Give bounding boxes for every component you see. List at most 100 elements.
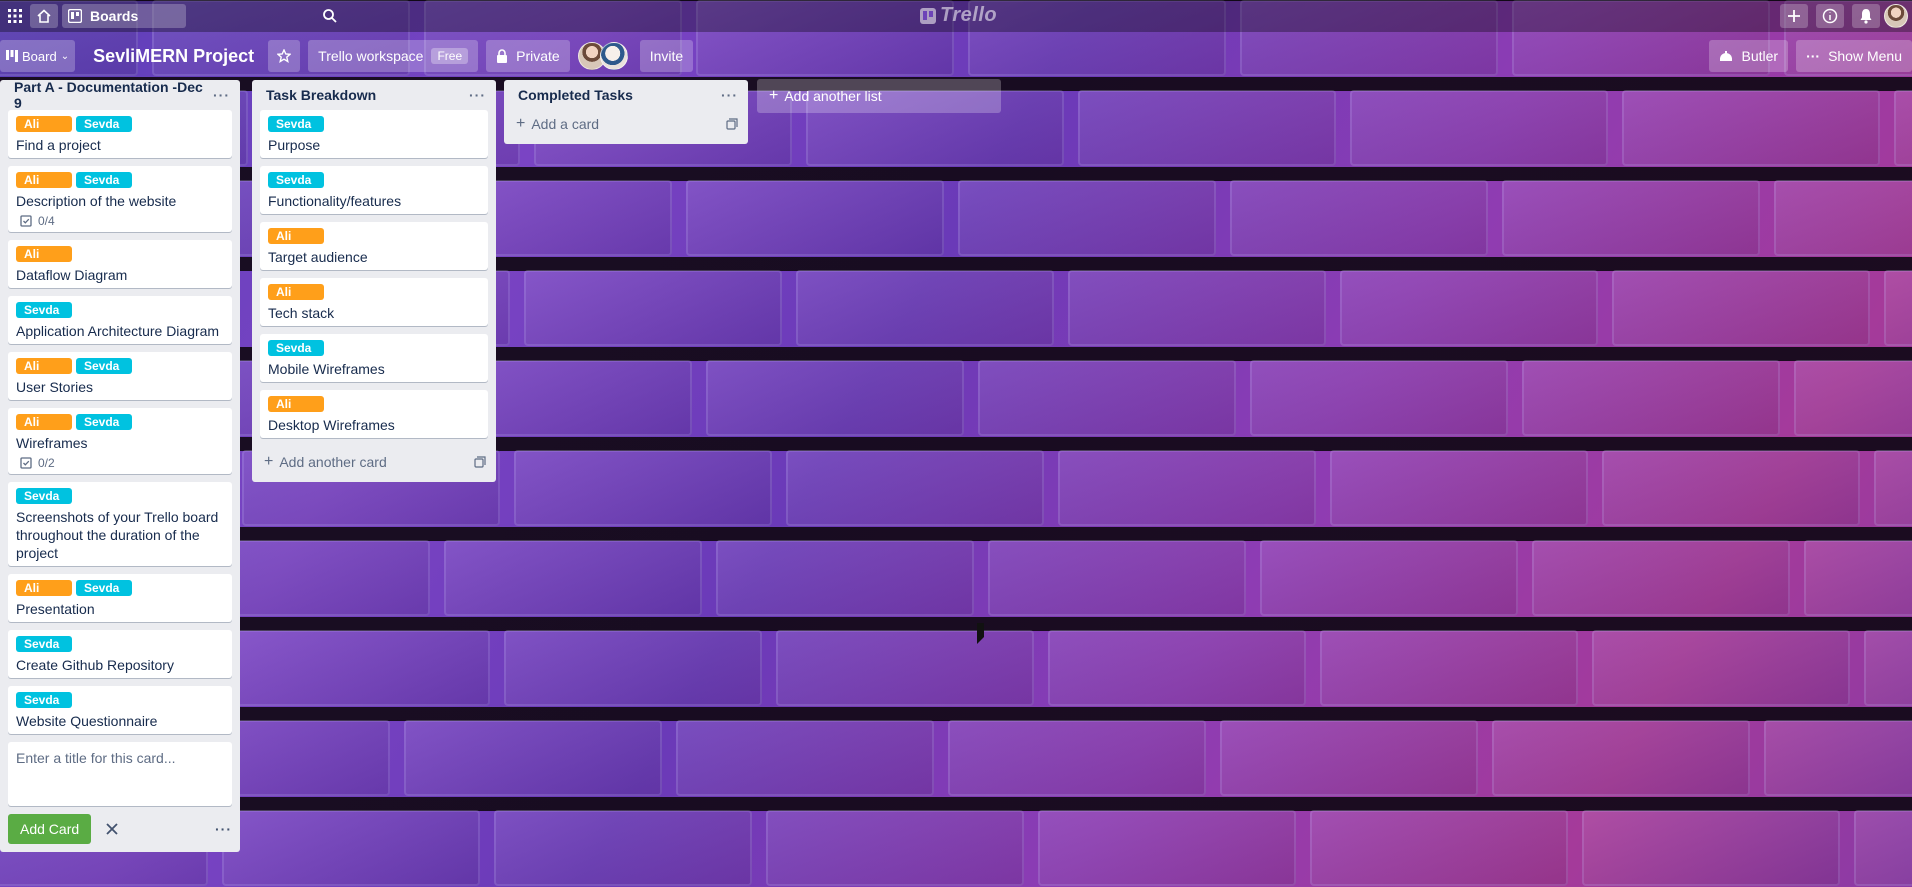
- workspace-plan-badge: Free: [431, 48, 469, 64]
- plus-icon: +: [264, 453, 274, 470]
- list-title[interactable]: Part A - Documentation -Dec 9: [14, 79, 213, 111]
- checklist-icon: [20, 215, 32, 227]
- card[interactable]: Ali Tech stack: [260, 278, 488, 326]
- logo-text: Trello: [940, 4, 998, 26]
- label-ali: Ali: [16, 580, 72, 596]
- add-another-list-button[interactable]: + Add another list: [757, 79, 1001, 113]
- card[interactable]: Ali Target audience: [260, 222, 488, 270]
- more-dots-icon: ···: [1806, 48, 1821, 64]
- card-title: Target audience: [268, 249, 368, 265]
- show-menu-button[interactable]: ··· Show Menu: [1796, 40, 1912, 72]
- card[interactable]: Sevda Website Questionnaire: [8, 686, 232, 734]
- info-icon: [1822, 8, 1838, 24]
- card-title: Screenshots of your Trello board through…: [16, 509, 219, 561]
- label-sevda: Sevda: [16, 636, 72, 652]
- card[interactable]: Ali Sevda Find a project: [8, 110, 232, 158]
- mouse-cursor: [977, 623, 984, 644]
- composer-more-icon[interactable]: ···: [215, 821, 232, 837]
- card[interactable]: Sevda Mobile Wireframes: [260, 334, 488, 382]
- card[interactable]: Sevda Application Architecture Diagram: [8, 296, 232, 344]
- list-menu-icon[interactable]: ···: [213, 87, 230, 103]
- label-ali: Ali: [16, 172, 72, 188]
- plus-icon: +: [516, 115, 526, 132]
- card[interactable]: Sevda Create Github Repository: [8, 630, 232, 678]
- composer-actions: Add Card ···: [0, 814, 240, 844]
- list-completed-tasks: Completed Tasks ··· + Add a card: [504, 80, 748, 144]
- card[interactable]: Sevda Functionality/features: [260, 166, 488, 214]
- board-members: [577, 42, 628, 70]
- list-header[interactable]: Part A - Documentation -Dec 9 ···: [0, 79, 240, 111]
- butler-button[interactable]: Butler: [1709, 40, 1789, 72]
- label-sevda: Sevda: [76, 172, 132, 188]
- member-avatar[interactable]: [599, 42, 628, 70]
- card-title: Application Architecture Diagram: [16, 323, 220, 339]
- label-ali: Ali: [16, 414, 72, 430]
- board-title[interactable]: SevliMERN Project: [83, 46, 264, 67]
- card-title: Description of the website: [16, 193, 177, 209]
- trello-logo[interactable]: Trello: [920, 4, 997, 27]
- card[interactable]: Ali Sevda Description of the website 0/4: [8, 166, 232, 232]
- card-list: Ali Sevda Find a project Ali Sevda Descrip…: [0, 110, 240, 734]
- board-view-switcher[interactable]: Board ⌄: [0, 40, 76, 72]
- boards-label: Boards: [90, 8, 139, 24]
- boards-icon: [68, 9, 82, 23]
- card[interactable]: Ali Sevda Presentation: [8, 574, 232, 622]
- boards-button[interactable]: Boards: [62, 4, 186, 28]
- bell-icon: [1860, 9, 1872, 24]
- card[interactable]: Ali Desktop Wireframes: [260, 390, 488, 438]
- label-sevda: Sevda: [16, 302, 72, 318]
- card[interactable]: Sevda Screenshots of your Trello board t…: [8, 482, 232, 566]
- list-menu-icon[interactable]: ···: [721, 87, 738, 103]
- card[interactable]: Ali Sevda Wireframes 0/2: [8, 408, 232, 474]
- list-menu-icon[interactable]: ···: [469, 87, 486, 103]
- plus-icon: [1788, 10, 1800, 22]
- card-title: Purpose: [268, 137, 321, 153]
- card[interactable]: Ali Dataflow Diagram: [8, 240, 232, 288]
- board-view-icon: [6, 50, 18, 62]
- board-header: Board ⌄ SevliMERN Project Trello workspa…: [0, 40, 1912, 72]
- label-sevda: Sevda: [268, 172, 324, 188]
- add-a-card[interactable]: + Add a card: [504, 110, 748, 138]
- apps-grid-icon[interactable]: [4, 4, 26, 28]
- add-card-button[interactable]: Add Card: [8, 814, 92, 844]
- card-title-input[interactable]: Enter a title for this card...: [8, 742, 232, 806]
- checklist-count: 0/2: [38, 456, 55, 470]
- home-button[interactable]: [30, 4, 58, 28]
- card-template-icon[interactable]: [474, 456, 486, 468]
- list-title[interactable]: Task Breakdown: [266, 87, 376, 103]
- add-another-card[interactable]: + Add another card: [252, 446, 496, 474]
- close-icon[interactable]: [105, 822, 119, 836]
- card-title: Dataflow Diagram: [16, 267, 128, 283]
- card-template-icon[interactable]: [726, 118, 738, 130]
- card-title: Presentation: [16, 601, 95, 617]
- trello-logo-icon: [920, 7, 936, 24]
- workspace-label: Trello workspace: [318, 48, 424, 64]
- card-title: Website Questionnaire: [16, 713, 158, 729]
- label-sevda: Sevda: [76, 358, 132, 374]
- user-avatar[interactable]: [1884, 4, 1908, 28]
- visibility-button[interactable]: Private: [486, 40, 570, 72]
- lock-icon: [497, 49, 508, 63]
- list-task-breakdown: Task Breakdown ··· Sevda Purpose Sevda F…: [252, 80, 496, 482]
- label-ali: Ali: [16, 116, 72, 132]
- label-sevda: Sevda: [268, 116, 324, 132]
- star-button[interactable]: [268, 40, 301, 72]
- info-button[interactable]: [1816, 4, 1844, 28]
- card-title: Wireframes: [16, 435, 88, 451]
- board-view-label: Board: [22, 48, 57, 64]
- label-sevda: Sevda: [268, 340, 324, 356]
- list-header[interactable]: Completed Tasks ···: [504, 80, 748, 110]
- workspace-button[interactable]: Trello workspace Free: [308, 40, 479, 72]
- notifications-button[interactable]: [1852, 4, 1880, 28]
- butler-icon: [1720, 51, 1733, 61]
- list-title[interactable]: Completed Tasks: [518, 87, 633, 103]
- card[interactable]: Ali Sevda User Stories: [8, 352, 232, 400]
- create-button[interactable]: [1780, 4, 1808, 28]
- list-header[interactable]: Task Breakdown ···: [252, 80, 496, 110]
- card-title: User Stories: [16, 379, 94, 395]
- search-button[interactable]: [316, 4, 344, 28]
- card[interactable]: Sevda Purpose: [260, 110, 488, 158]
- card-title: Tech stack: [268, 305, 335, 321]
- invite-button[interactable]: Invite: [639, 40, 694, 72]
- add-list-label: Add another list: [784, 88, 882, 104]
